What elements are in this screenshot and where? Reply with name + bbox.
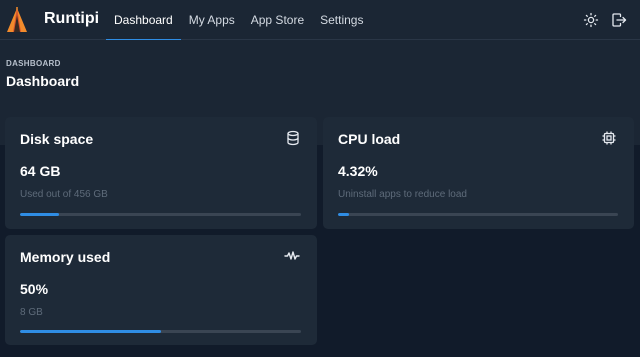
top-navbar: Runtipi Dashboard My Apps App Store Sett…: [0, 0, 640, 41]
disk-space-title: Disk space: [20, 131, 94, 147]
cpu-icon: [601, 130, 617, 146]
disk-space-card: Disk space 64 GB Used out of 456 GB: [5, 117, 317, 229]
cpu-load-progress: [338, 213, 618, 216]
logout-icon[interactable]: [611, 12, 627, 28]
memory-used-card: Memory used 50% 8 GB: [5, 235, 317, 345]
memory-used-progress: [20, 330, 301, 333]
memory-used-subtitle: 8 GB: [20, 307, 43, 318]
disk-space-subtitle: Used out of 456 GB: [20, 189, 108, 200]
page-pretitle: DASHBOARD: [6, 59, 61, 68]
memory-used-title: Memory used: [20, 249, 111, 265]
cpu-load-title: CPU load: [338, 131, 401, 147]
page-title: Dashboard: [6, 73, 80, 89]
sun-icon[interactable]: [583, 12, 599, 28]
nav-dashboard[interactable]: Dashboard: [106, 0, 181, 41]
nav-app-store[interactable]: App Store: [243, 0, 312, 40]
disk-space-progress: [20, 213, 301, 216]
database-icon: [285, 130, 301, 146]
nav-my-apps[interactable]: My Apps: [181, 0, 243, 40]
memory-used-progress-fill: [20, 330, 161, 333]
cpu-load-subtitle: Uninstall apps to reduce load: [338, 189, 467, 200]
cpu-load-value: 4.32%: [338, 163, 378, 179]
cpu-load-card: CPU load 4.32% Uninstall apps to reduce …: [323, 117, 634, 229]
disk-space-progress-fill: [20, 213, 60, 216]
runtipi-logo-icon[interactable]: [6, 7, 28, 33]
brand-name[interactable]: Runtipi: [44, 10, 99, 28]
nav-settings[interactable]: Settings: [312, 0, 371, 40]
cpu-load-progress-fill: [338, 213, 350, 216]
activity-icon: [284, 248, 300, 264]
memory-used-value: 50%: [20, 281, 49, 297]
main-nav: Dashboard My Apps App Store Settings: [106, 0, 371, 41]
disk-space-value: 64 GB: [20, 163, 61, 179]
